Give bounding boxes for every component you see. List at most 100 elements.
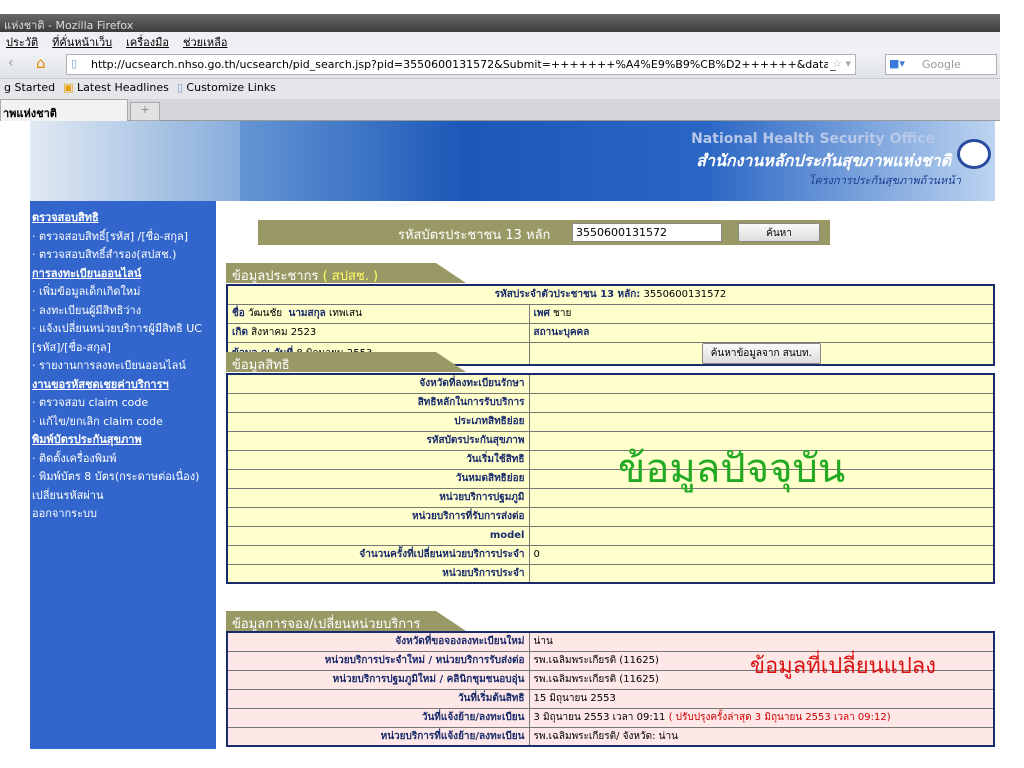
bookmark-getting-started[interactable]: g Started bbox=[4, 81, 55, 97]
sidebar-item-2[interactable]: ตรวจสอบสิทธิ์สำรอง(สปสช.) bbox=[32, 246, 214, 265]
row-value bbox=[528, 525, 995, 546]
sidebar-item-1[interactable]: ตรวจสอบสิทธิ์[รหัส] /[ชื่อ-สกุล] bbox=[32, 228, 214, 247]
page-icon: ▯ bbox=[176, 81, 183, 94]
row-value bbox=[528, 411, 995, 432]
sidebar-item-7[interactable]: รายงานการลงทะเบียนออนไลน์ bbox=[32, 357, 214, 376]
site-banner: National Health Security Office สำนักงาน… bbox=[30, 121, 995, 201]
row-label: หน่วยบริการประจำใหม่ / หน่วยบริการรับส่ง… bbox=[226, 650, 530, 671]
table-row: รหัสบัตรประกันสุขภาพ bbox=[226, 430, 995, 451]
row-value: 3 มิถุนายน 2553 เวลา 09:11 ( ปรับปรุงครั… bbox=[528, 707, 995, 728]
new-tab-button[interactable]: + bbox=[130, 102, 160, 121]
sidebar-item-6[interactable]: แจ้งเปลี่ยนหน่วยบริการผู้มีสิทธิ UC [รหั… bbox=[32, 320, 214, 357]
row-label: จังหวัดที่ลงทะเบียนรักษา bbox=[226, 373, 530, 394]
sidebar-item-5[interactable]: ลงทะเบียนผู้มีสิทธิว่าง bbox=[32, 302, 214, 321]
window-title: แห่งชาติ - Mozilla Firefox bbox=[0, 14, 1000, 32]
sidebar-head-8[interactable]: งานขอรหัสชดเชยค่าบริการฯ bbox=[32, 376, 214, 395]
sidebar-item-12[interactable]: ติดตั้งเครื่องพิมพ์ bbox=[32, 450, 214, 469]
row-value: 0 bbox=[528, 544, 995, 565]
tab-bar: าพแห่งชาติ + bbox=[0, 99, 1000, 121]
sidebar-item-13[interactable]: พิมพ์บัตร 8 บัตร(กระดาษต่อเนื่อง) bbox=[32, 468, 214, 487]
table-row: หน่วยบริการประจำ bbox=[226, 563, 995, 584]
nav-toolbar: ‹ ⌂ ▯ http://ucsearch.nhso.go.th/ucsearc… bbox=[0, 49, 1000, 79]
table-row: วันเริ่มใช้สิทธิ bbox=[226, 449, 995, 470]
row-label: วันเริ่มใช้สิทธิ bbox=[226, 449, 530, 470]
row-label: หน่วยบริการที่แจ้งย้าย/ลงทะเบียน bbox=[226, 726, 530, 747]
url-bar[interactable]: ▯ http://ucsearch.nhso.go.th/ucsearch/pi… bbox=[66, 54, 856, 75]
search-placeholder: Google bbox=[922, 58, 961, 71]
row-label: รหัสบัตรประกันสุขภาพ bbox=[226, 430, 530, 451]
tab-active[interactable]: าพแห่งชาติ bbox=[0, 99, 128, 121]
sidebar-item-4[interactable]: เพิ่มข้อมูลเด็กเกิดใหม่ bbox=[32, 283, 214, 302]
menu-help[interactable]: ช่วยเหลือ bbox=[183, 33, 227, 49]
banner-title-en: National Health Security Office bbox=[691, 131, 935, 147]
home-icon[interactable]: ⌂ bbox=[36, 54, 46, 72]
row-label: หน่วยบริการปฐมภูมิใหม่ / คลินิกชุมชนอบอุ… bbox=[226, 669, 530, 690]
row-label: วันที่แจ้งย้าย/ลงทะเบียน bbox=[226, 707, 530, 728]
sidebar-head-11[interactable]: พิมพ์บัตรประกันสุขภาพ bbox=[32, 431, 214, 450]
rss-icon: ▣ bbox=[63, 81, 74, 94]
table-row: หน่วยบริการที่แจ้งย้าย/ลงทะเบียน รพ.เฉลิม… bbox=[226, 726, 995, 747]
pid-input[interactable]: 3550600131572 bbox=[572, 223, 722, 242]
row-label: หน่วยบริการปฐมภูมิ bbox=[226, 487, 530, 508]
section-booking-header: ข้อมูลการจอง/เปลี่ยนหน่วยบริการ bbox=[226, 611, 466, 631]
row-label: หน่วยบริการประจำ bbox=[226, 563, 530, 584]
menu-history[interactable]: ประวัติ bbox=[6, 33, 38, 49]
page-icon: ▯ bbox=[71, 57, 78, 70]
annotation-changed: ข้อมูลที่เปลี่ยนแปลง bbox=[750, 654, 937, 679]
table-row: จังหวัดที่ลงทะเบียนรักษา bbox=[226, 373, 995, 394]
row-label: จังหวัดที่ขอจองลงทะเบียนใหม่ bbox=[226, 631, 530, 652]
table-row: หน่วยบริการปฐมภูมิ bbox=[226, 487, 995, 508]
row-value: 15 มิถุนายน 2553 bbox=[528, 688, 995, 709]
search-engine-box[interactable]: ■▾ Google bbox=[885, 54, 997, 75]
row-label: สิทธิหลักในการรับบริการ bbox=[226, 392, 530, 413]
sidebar-head-3[interactable]: การลงทะเบียนออนไลน์ bbox=[32, 265, 214, 284]
banner-image bbox=[30, 121, 240, 201]
row-label: ประเภทสิทธิย่อย bbox=[226, 411, 530, 432]
row-label: หน่วยบริการที่รับการส่งต่อ bbox=[226, 506, 530, 527]
table-row: วันหมดสิทธิย่อย bbox=[226, 468, 995, 489]
row-label: จำนวนครั้งที่เปลี่ยนหน่วยบริการประจำ bbox=[226, 544, 530, 565]
annotation-current: ข้อมูลปัจจุบัน bbox=[618, 446, 846, 492]
row-value: รพ.เฉลิมพระเกียรติ/ จังหวัด: น่าน bbox=[528, 726, 995, 747]
sidebar-item-10[interactable]: แก้ไข/ยกเลิก claim code bbox=[32, 413, 214, 432]
section-population-header: ข้อมูลประชากร ( สปสช. ) bbox=[226, 263, 466, 283]
bookmark-customize-links[interactable]: ▯ Customize Links bbox=[177, 81, 276, 97]
rights-table: จังหวัดที่ลงทะเบียนรักษา สิทธิหลักในการรั… bbox=[226, 373, 995, 584]
menu-bookmarks[interactable]: ที่คั่นหน้าเว็บ bbox=[52, 33, 112, 49]
nhso-logo bbox=[957, 139, 991, 169]
search-button[interactable]: ค้นหา bbox=[738, 223, 820, 242]
menu-tools[interactable]: เครื่องมือ bbox=[126, 33, 169, 49]
row-label: model bbox=[226, 525, 530, 546]
row-value bbox=[528, 392, 995, 413]
sidebar-item-9[interactable]: ตรวจสอบ claim code bbox=[32, 394, 214, 413]
reload-icon[interactable]: ‹ bbox=[8, 55, 14, 71]
bookmark-latest-headlines[interactable]: ▣ Latest Headlines bbox=[63, 81, 169, 97]
star-icon[interactable]: ☆ ▾ bbox=[828, 57, 851, 70]
sidebar-plain-14[interactable]: เปลี่ยนรหัสผ่าน bbox=[32, 487, 214, 506]
table-row: สิทธิหลักในการรับบริการ bbox=[226, 392, 995, 413]
menu-bar: ประวัติ ที่คั่นหน้าเว็บ เครื่องมือ ช่วยเ… bbox=[0, 32, 1000, 49]
bookmarks-bar: g Started ▣ Latest Headlines ▯ Customize… bbox=[0, 79, 1000, 99]
google-icon[interactable]: ■▾ bbox=[889, 57, 905, 70]
table-row: วันที่แจ้งย้าย/ลงทะเบียน 3 มิถุนายน 2553 … bbox=[226, 707, 995, 728]
url-text: http://ucsearch.nhso.go.th/ucsearch/pid_… bbox=[91, 58, 852, 71]
row-value bbox=[528, 373, 995, 394]
table-row: ประเภทสิทธิย่อย bbox=[226, 411, 995, 432]
last-updated: ( ปรับปรุงครั้งล่าสุด 3 มิถุนายน 2553 เว… bbox=[668, 712, 891, 723]
row-value bbox=[528, 563, 995, 584]
table-row: วันที่เริ่มต้นสิทธิ 15 มิถุนายน 2553 bbox=[226, 688, 995, 709]
lookup-button[interactable]: ค้นหาข้อมูลจาก สนบท. bbox=[701, 342, 821, 364]
table-row: หน่วยบริการที่รับการส่งต่อ bbox=[226, 506, 995, 527]
row-value bbox=[528, 506, 995, 527]
pid-value: 3550600131572 bbox=[643, 289, 727, 301]
banner-subtitle: โครงการประกันสุขภาพถ้วนหน้า bbox=[808, 174, 962, 187]
sidebar-plain-15[interactable]: ออกจากระบบ bbox=[32, 505, 214, 524]
table-row: model bbox=[226, 525, 995, 546]
row-label: วันที่เริ่มต้นสิทธิ bbox=[226, 688, 530, 709]
row-label: วันหมดสิทธิย่อย bbox=[226, 468, 530, 489]
sidebar-head-0[interactable]: ตรวจสอบสิทธิ bbox=[32, 209, 214, 228]
pid-search-bar: รหัสบัตรประชาชน 13 หลัก 3550600131572 ค้… bbox=[258, 220, 830, 245]
table-row: จำนวนครั้งที่เปลี่ยนหน่วยบริการประจำ 0 bbox=[226, 544, 995, 565]
pid-label: รหัสบัตรประชาชน 13 หลัก bbox=[398, 228, 551, 243]
section-rights-header: ข้อมูลสิทธิ bbox=[226, 352, 466, 372]
